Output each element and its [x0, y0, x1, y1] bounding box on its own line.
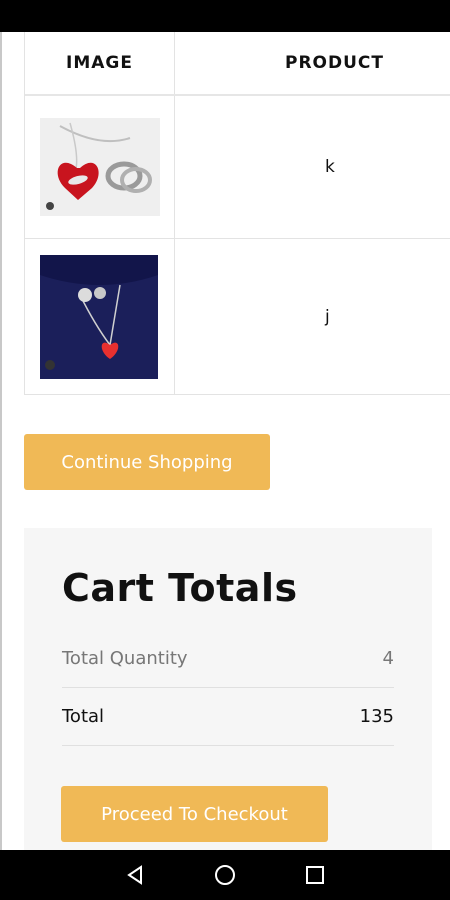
total-label: Total: [62, 706, 105, 727]
product-name[interactable]: j: [325, 307, 330, 327]
product-image-heart-necklace[interactable]: [40, 255, 158, 379]
product-name[interactable]: k: [325, 157, 335, 177]
total-quantity-label: Total Quantity: [62, 648, 188, 669]
total-value: 135: [359, 706, 394, 727]
status-bar: [0, 0, 450, 32]
header-product: PRODUCT: [285, 53, 384, 73]
product-image-heart-ring[interactable]: [40, 118, 160, 216]
recents-icon[interactable]: [304, 864, 326, 886]
cart-totals-title: Cart Totals: [62, 566, 298, 610]
header-image: IMAGE: [25, 32, 175, 94]
back-icon[interactable]: [124, 864, 146, 886]
table-header-row: IMAGE PRODUCT: [25, 32, 450, 96]
continue-shopping-button[interactable]: Continue Shopping: [24, 434, 270, 490]
total-row: Total 135: [62, 706, 394, 746]
cart-totals-panel: Cart Totals Total Quantity 4 Total 135 P…: [24, 528, 432, 850]
total-quantity-row: Total Quantity 4: [62, 648, 394, 688]
home-icon[interactable]: [214, 864, 236, 886]
proceed-to-checkout-button[interactable]: Proceed To Checkout: [61, 786, 328, 842]
total-quantity-value: 4: [382, 648, 394, 669]
table-row: k: [25, 96, 450, 239]
table-row: j: [25, 239, 450, 395]
cart-table: IMAGE PRODUCT k j: [24, 32, 450, 395]
android-nav-bar: [0, 850, 450, 900]
page-viewport: IMAGE PRODUCT k j Continue Shopping Cart…: [0, 32, 450, 850]
